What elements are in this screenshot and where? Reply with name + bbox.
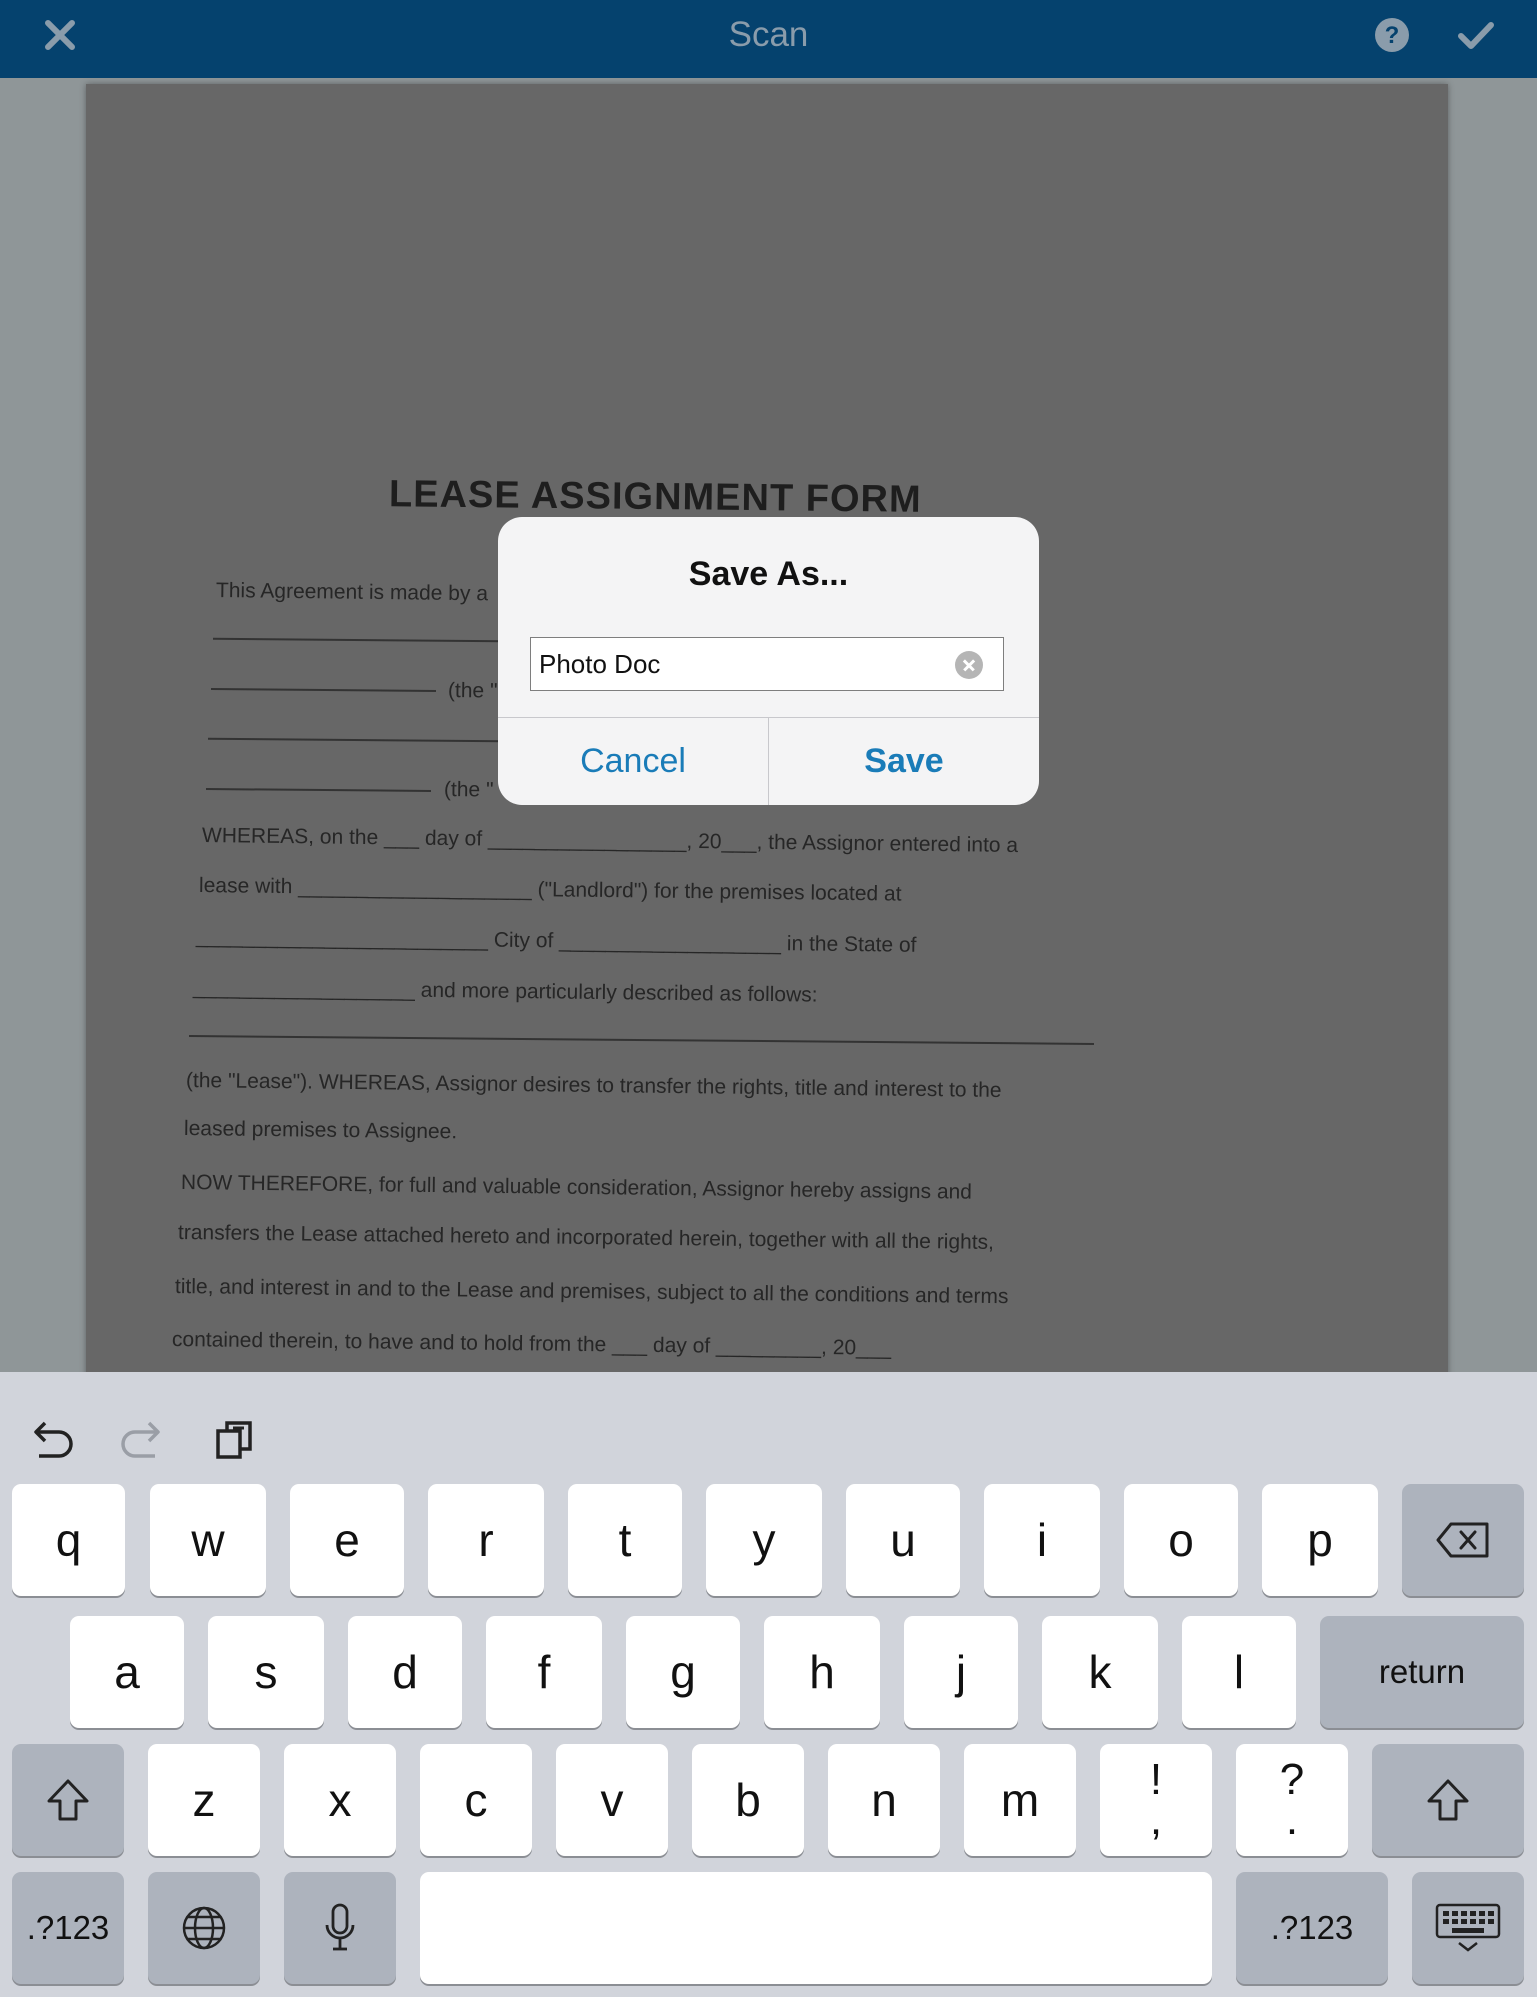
checkmark-icon bbox=[1458, 22, 1494, 49]
paste-icon bbox=[216, 1421, 252, 1459]
document-title: LEASE ASSIGNMENT FORM bbox=[388, 473, 922, 521]
key-n[interactable]: n bbox=[828, 1744, 940, 1856]
numbers-key-right[interactable]: .?123 bbox=[1236, 1872, 1388, 1984]
globe-icon bbox=[182, 1906, 226, 1950]
shift-icon bbox=[1427, 1779, 1469, 1821]
document-text-line: contained therein, to have and to hold f… bbox=[171, 1328, 892, 1360]
document-text-line: title, and interest in and to the Lease … bbox=[174, 1275, 1009, 1309]
document-text-line: WHEREAS, on the ___ day of _____________… bbox=[201, 824, 1019, 857]
document-text-line: (the " bbox=[447, 679, 498, 703]
backspace-key[interactable] bbox=[1402, 1484, 1524, 1596]
keyboard-dismiss-icon bbox=[1435, 1903, 1501, 1952]
undo-icon bbox=[34, 1421, 73, 1458]
key-j[interactable]: j bbox=[904, 1616, 1018, 1728]
key-e[interactable]: e bbox=[290, 1484, 404, 1596]
key-q[interactable]: q bbox=[12, 1484, 125, 1596]
key-z[interactable]: z bbox=[148, 1744, 260, 1856]
on-screen-keyboard: q w e r t y u i o p a s d f g h j k l re… bbox=[0, 1372, 1537, 1997]
top-nav-bar: Scan ? bbox=[0, 0, 1537, 78]
key-x[interactable]: x bbox=[284, 1744, 396, 1856]
nav-title: Scan bbox=[728, 15, 809, 54]
done-button[interactable] bbox=[1446, 10, 1506, 60]
key-h[interactable]: h bbox=[764, 1616, 880, 1728]
document-rule bbox=[212, 637, 504, 643]
backspace-icon bbox=[1436, 1522, 1489, 1558]
svg-text:?: ? bbox=[1385, 22, 1400, 49]
key-c[interactable]: c bbox=[420, 1744, 532, 1856]
key-t[interactable]: t bbox=[568, 1484, 682, 1596]
cancel-button[interactable]: Cancel bbox=[498, 718, 768, 805]
globe-key[interactable] bbox=[148, 1872, 260, 1984]
key-d[interactable]: d bbox=[348, 1616, 462, 1728]
document-text-line: leased premises to Assignee. bbox=[183, 1117, 458, 1144]
document-text-line: ___________________ and more particularl… bbox=[192, 976, 818, 1007]
close-x-icon bbox=[45, 20, 75, 50]
document-text-line: NOW THEREFORE, for full and valuable con… bbox=[180, 1171, 973, 1204]
key-r[interactable]: r bbox=[428, 1484, 544, 1596]
document-text-line: _________________________ City of ______… bbox=[195, 925, 917, 957]
key-i[interactable]: i bbox=[984, 1484, 1100, 1596]
key-question-period[interactable]: ? . bbox=[1236, 1744, 1348, 1856]
space-bar[interactable] bbox=[420, 1872, 1212, 1984]
document-rule bbox=[205, 788, 432, 792]
filename-field[interactable] bbox=[530, 637, 1004, 691]
key-k[interactable]: k bbox=[1042, 1616, 1158, 1728]
document-text-line: This Agreement is made by a bbox=[215, 579, 489, 606]
dialog-title: Save As... bbox=[688, 555, 849, 593]
key-g[interactable]: g bbox=[626, 1616, 740, 1728]
key-m[interactable]: m bbox=[964, 1744, 1076, 1856]
document-text-line: (the " bbox=[443, 778, 494, 802]
key-l[interactable]: l bbox=[1182, 1616, 1296, 1728]
filename-input[interactable] bbox=[539, 638, 939, 690]
key-u[interactable]: u bbox=[846, 1484, 960, 1596]
paste-button[interactable] bbox=[205, 1410, 265, 1470]
document-rule bbox=[207, 737, 504, 743]
numbers-key-left[interactable]: .?123 bbox=[12, 1872, 124, 1984]
key-p[interactable]: p bbox=[1262, 1484, 1378, 1596]
save-button[interactable]: Save bbox=[769, 718, 1039, 805]
microphone-icon bbox=[325, 1903, 355, 1951]
key-exclamation-comma[interactable]: ! , bbox=[1100, 1744, 1212, 1856]
shift-key-left[interactable] bbox=[12, 1744, 124, 1856]
document-text-line: transfers the Lease attached hereto and … bbox=[177, 1221, 995, 1254]
key-f[interactable]: f bbox=[486, 1616, 602, 1728]
redo-icon bbox=[121, 1421, 160, 1458]
key-y[interactable]: y bbox=[706, 1484, 822, 1596]
document-text-line: (the "Lease"). WHEREAS, Assignor desires… bbox=[185, 1069, 1002, 1102]
shift-icon bbox=[47, 1779, 89, 1821]
key-w[interactable]: w bbox=[150, 1484, 266, 1596]
save-as-dialog: Save As... Cancel Save bbox=[498, 517, 1039, 805]
key-s[interactable]: s bbox=[208, 1616, 324, 1728]
key-v[interactable]: v bbox=[556, 1744, 668, 1856]
undo-button[interactable] bbox=[22, 1410, 82, 1470]
document-text-line: lease with ____________________ ("Landlo… bbox=[198, 874, 902, 906]
hide-keyboard-key[interactable] bbox=[1412, 1872, 1524, 1984]
redo-button[interactable] bbox=[112, 1410, 172, 1470]
help-button[interactable]: ? bbox=[1362, 10, 1422, 60]
help-circle-icon: ? bbox=[1375, 18, 1409, 52]
dictation-key[interactable] bbox=[284, 1872, 396, 1984]
key-a[interactable]: a bbox=[70, 1616, 184, 1728]
document-rule bbox=[210, 688, 437, 692]
document-rule bbox=[189, 1035, 1094, 1045]
return-key[interactable]: return bbox=[1320, 1616, 1524, 1728]
clear-circle-icon[interactable] bbox=[955, 651, 983, 679]
shift-key-right[interactable] bbox=[1372, 1744, 1524, 1856]
key-b[interactable]: b bbox=[692, 1744, 804, 1856]
key-o[interactable]: o bbox=[1124, 1484, 1238, 1596]
close-button[interactable] bbox=[30, 10, 90, 60]
